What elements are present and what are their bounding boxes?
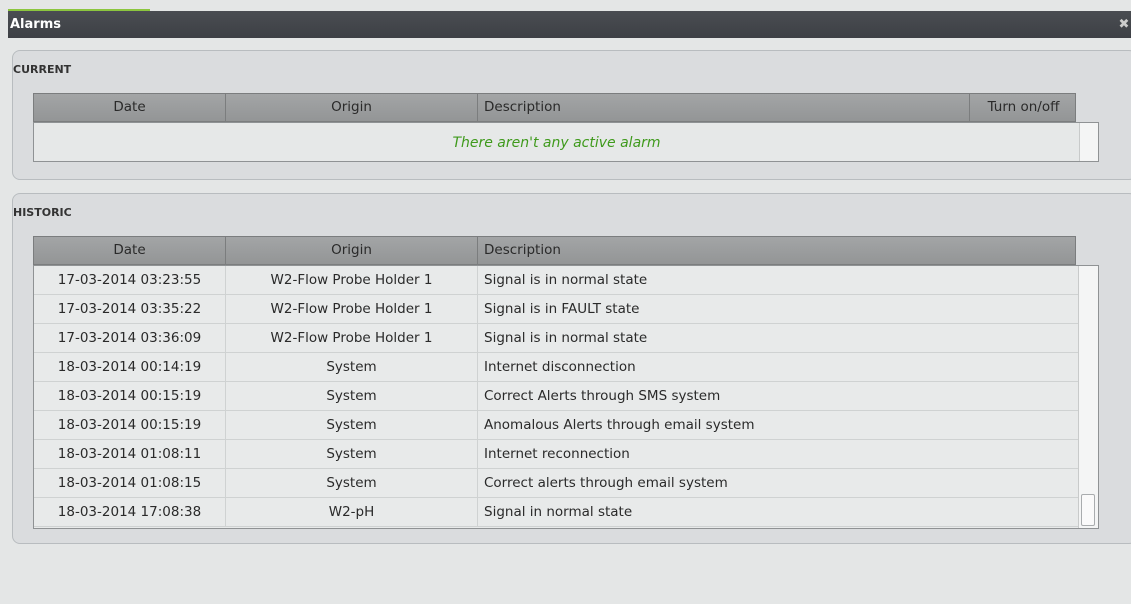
close-icon[interactable]: ✖: [1117, 11, 1131, 38]
table-row[interactable]: 18-03-2014 01:08:11 System Internet reco…: [34, 440, 1079, 469]
cell-description: Correct alerts through email system: [484, 475, 728, 491]
column-header-description[interactable]: Description: [478, 94, 970, 121]
table-row[interactable]: 18-03-2014 00:15:19 System Anomalous Ale…: [34, 411, 1079, 440]
current-grid-header: Date Origin Description Turn on/off: [33, 93, 1076, 122]
current-alarms-panel: CURRENT Date Origin Description Turn on/…: [12, 50, 1131, 180]
cell-date: 18-03-2014 00:15:19: [34, 382, 226, 410]
cell-date: 17-03-2014 03:35:22: [34, 295, 226, 323]
column-header-date[interactable]: Date: [34, 94, 226, 121]
cell-description: Correct Alerts through SMS system: [484, 388, 721, 404]
cell-date: 18-03-2014 17:08:38: [34, 498, 226, 526]
cell-origin: System: [226, 382, 478, 410]
cell-description: Signal is in normal state: [484, 272, 648, 288]
window-title: Alarms: [10, 17, 61, 32]
historic-grid-header: Date Origin Description: [33, 236, 1076, 265]
current-alarms-grid: Date Origin Description Turn on/off Ther…: [33, 93, 1118, 162]
empty-alarm-message: There aren't any active alarm: [452, 135, 661, 151]
historic-scrollbar[interactable]: [1078, 266, 1098, 528]
cell-date: 18-03-2014 01:08:15: [34, 469, 226, 497]
historic-legend: HISTORIC: [13, 206, 72, 219]
current-grid-body: There aren't any active alarm: [33, 122, 1099, 162]
table-row[interactable]: 18-03-2014 00:14:19 System Internet disc…: [34, 353, 1079, 382]
historic-alarms-panel: HISTORIC Date Origin Description 17-03-2…: [12, 193, 1131, 544]
cell-origin: System: [226, 469, 478, 497]
table-row[interactable]: 17-03-2014 03:23:55 W2-Flow Probe Holder…: [34, 266, 1079, 295]
table-row[interactable]: 18-03-2014 01:08:15 System Correct alert…: [34, 469, 1079, 498]
cell-origin: W2-Flow Probe Holder 1: [226, 324, 478, 352]
cell-origin: W2-Flow Probe Holder 1: [226, 295, 478, 323]
cell-description: Internet disconnection: [484, 359, 636, 375]
cell-origin: System: [226, 353, 478, 381]
cell-description: Signal is in normal state: [484, 330, 648, 346]
cell-description: Signal is in FAULT state: [484, 301, 640, 317]
cell-origin: W2-pH: [226, 498, 478, 526]
column-header-origin[interactable]: Origin: [226, 237, 478, 264]
column-header-origin[interactable]: Origin: [226, 94, 478, 121]
cell-description: Signal in normal state: [484, 504, 633, 520]
cell-description: Internet reconnection: [484, 446, 630, 462]
historic-alarms-grid: Date Origin Description 17-03-2014 03:23…: [33, 236, 1118, 529]
cell-origin: W2-Flow Probe Holder 1: [226, 266, 478, 294]
column-header-turn-on-off[interactable]: Turn on/off: [970, 94, 1077, 121]
column-header-description[interactable]: Description: [478, 237, 1077, 264]
table-row[interactable]: 17-03-2014 03:36:09 W2-Flow Probe Holder…: [34, 324, 1079, 353]
column-header-date[interactable]: Date: [34, 237, 226, 264]
cell-origin: System: [226, 411, 478, 439]
historic-grid-body: 17-03-2014 03:23:55 W2-Flow Probe Holder…: [33, 265, 1099, 529]
window-titlebar[interactable]: Alarms ✖: [8, 11, 1131, 38]
cell-date: 18-03-2014 00:15:19: [34, 411, 226, 439]
table-row[interactable]: 18-03-2014 00:15:19 System Correct Alert…: [34, 382, 1079, 411]
current-scrollbar[interactable]: [1079, 123, 1098, 161]
current-legend: CURRENT: [13, 63, 72, 76]
cell-description: Anomalous Alerts through email system: [484, 417, 755, 433]
table-row[interactable]: 17-03-2014 03:35:22 W2-Flow Probe Holder…: [34, 295, 1079, 324]
cell-date: 17-03-2014 03:23:55: [34, 266, 226, 294]
cell-date: 17-03-2014 03:36:09: [34, 324, 226, 352]
cell-origin: System: [226, 440, 478, 468]
cell-date: 18-03-2014 01:08:11: [34, 440, 226, 468]
scrollbar-thumb[interactable]: [1081, 494, 1095, 526]
table-row[interactable]: 18-03-2014 17:08:38 W2-pH Signal in norm…: [34, 498, 1079, 527]
cell-date: 18-03-2014 00:14:19: [34, 353, 226, 381]
